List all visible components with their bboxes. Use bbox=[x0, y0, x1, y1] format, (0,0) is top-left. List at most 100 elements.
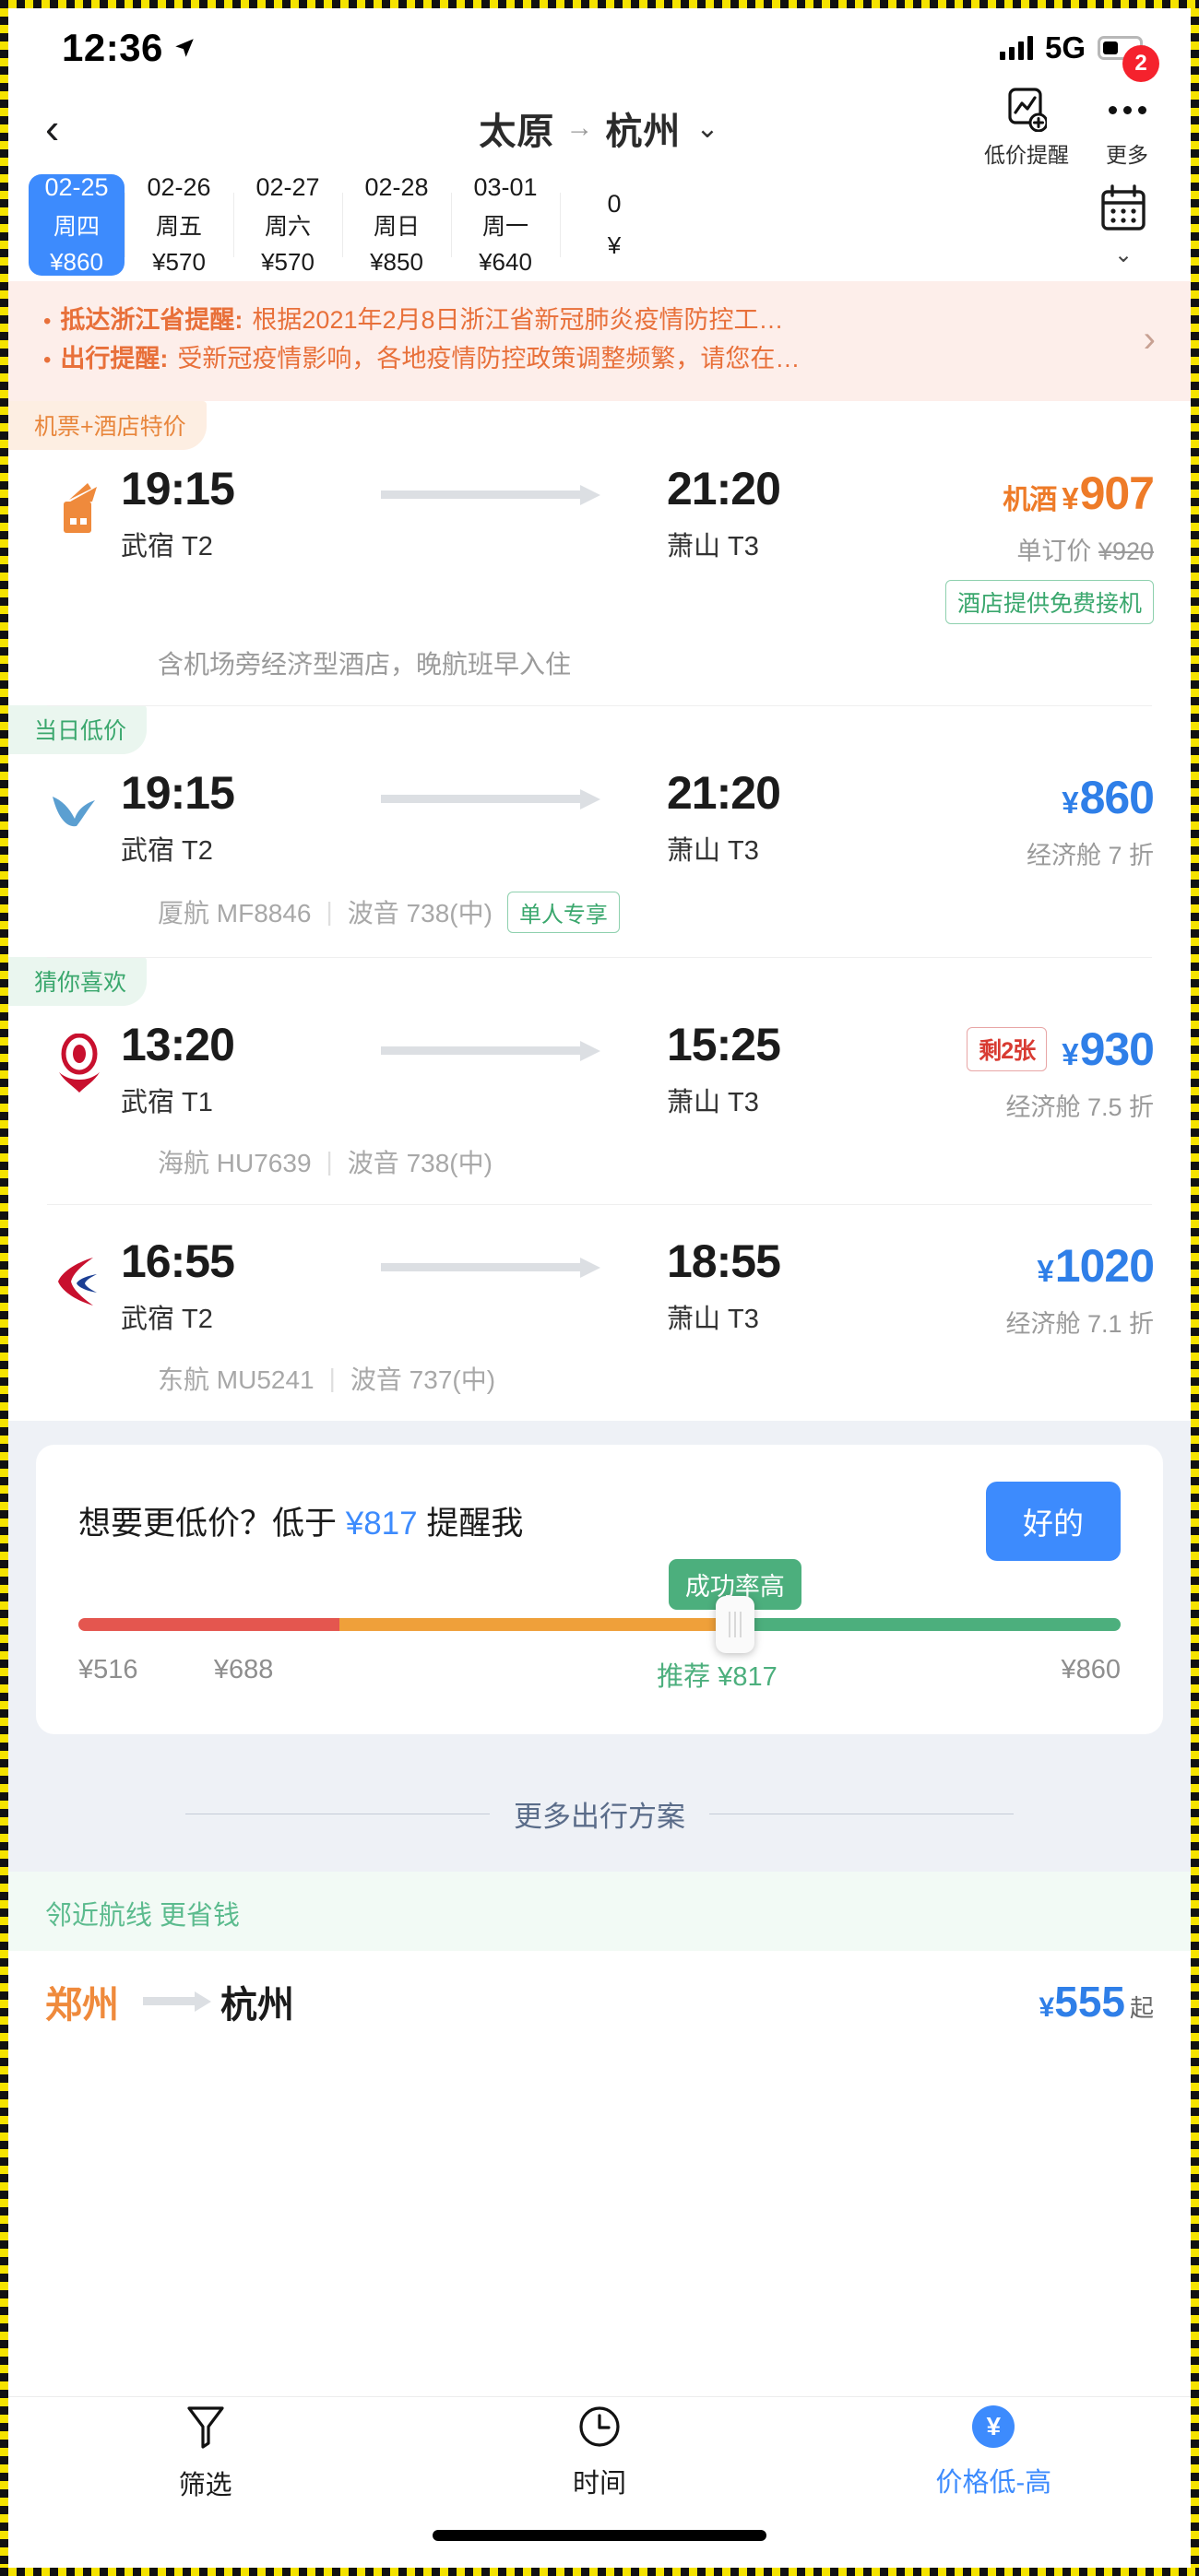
route-arrow-icon bbox=[381, 788, 600, 809]
notice-line-2-text: 受新冠疫情影响，各地疫情防控政策调整频繁，请您在… bbox=[177, 344, 801, 372]
ok-button[interactable]: 好的 bbox=[986, 1481, 1121, 1561]
date-tab-4[interactable]: 03-01 周一 ¥640 bbox=[451, 169, 560, 281]
tab-price-sort-label: 价格低-高 bbox=[935, 2468, 1052, 2498]
tabs: 筛选 时间 ¥ 价格低-高 bbox=[8, 2397, 1191, 2508]
date-tab-2[interactable]: 02-27 周六 ¥570 bbox=[233, 169, 342, 281]
depart-block: 13:20 武宿 T1 bbox=[121, 1019, 313, 1120]
arrive-block: 21:20 萧山 T3 bbox=[667, 463, 859, 564]
date-scroller[interactable]: 02-25 周四 ¥860 02-26 周五 ¥570 02-27 周六 ¥57… bbox=[29, 169, 1069, 281]
route-path-wrap bbox=[313, 1235, 667, 1278]
depart-block: 19:15 武宿 T2 bbox=[121, 767, 313, 869]
route-arrow-icon bbox=[381, 1040, 600, 1061]
price-main: ¥ 1020 bbox=[859, 1239, 1155, 1293]
tab-price-sort[interactable]: ¥ 价格低-高 bbox=[797, 2397, 1191, 2508]
depart-block: 19:15 武宿 T2 bbox=[121, 463, 313, 564]
yen-circle-icon: ¥ bbox=[972, 2405, 1015, 2448]
flight-card[interactable]: 猜你喜欢 13:20 武宿 T1 15:25 萧山 T3 剩2张 ¥ 930 经… bbox=[8, 956, 1191, 1204]
arrive-block: 21:20 萧山 T3 bbox=[667, 767, 859, 869]
more-plans-label: 更多出行方案 bbox=[514, 1800, 685, 1833]
currency-symbol: ¥ bbox=[1062, 1036, 1078, 1071]
flight-list: 机票+酒店特价 19:15 武宿 T2 21:20 萧山 T3 机酒 ¥ 907… bbox=[8, 400, 1191, 1421]
more-button[interactable]: 更多 bbox=[1106, 88, 1148, 169]
price-alert-card: 想要更低价？低于 ¥817 提醒我 好的 成功率高 ¥516 ¥688 推荐 ¥… bbox=[36, 1444, 1163, 1734]
card-body: 19:15 武宿 T2 21:20 萧山 T3 机酒 ¥ 907 单订价 ¥92… bbox=[8, 450, 1191, 624]
airline-name: 东航 MU5241 bbox=[158, 1365, 315, 1394]
stock-badge: 剩2张 bbox=[967, 1026, 1048, 1071]
date-price: ¥850 bbox=[370, 248, 423, 276]
depart-airport: 武宿 T2 bbox=[121, 1305, 213, 1335]
date-tab-3[interactable]: 02-28 周日 ¥850 bbox=[342, 169, 451, 281]
times-group: 16:55 武宿 T2 18:55 萧山 T3 bbox=[115, 1235, 859, 1337]
bullet-icon: • bbox=[43, 309, 52, 334]
status-time: 12:36 bbox=[62, 26, 163, 69]
tab-filter[interactable]: 筛选 bbox=[8, 2397, 402, 2508]
chevron-down-icon[interactable]: ⌄ bbox=[695, 112, 719, 145]
nearby-route-row[interactable]: 郑州 杭州 ¥ 555 起 bbox=[8, 1950, 1191, 2052]
flight-card[interactable]: 机票+酒店特价 19:15 武宿 T2 21:20 萧山 T3 机酒 ¥ 907… bbox=[8, 400, 1191, 705]
arrive-block: 15:25 萧山 T3 bbox=[667, 1019, 859, 1120]
nearby-price: ¥ 555 起 bbox=[1039, 1977, 1154, 2027]
nav-actions: 低价提醒 更多 2 bbox=[984, 45, 1159, 169]
flight-card[interactable]: 16:55 武宿 T2 18:55 萧山 T3 ¥ 1020 经济舱 7.1 折… bbox=[8, 1203, 1191, 1421]
price-sub: 单订价 ¥920 bbox=[859, 531, 1154, 567]
card-tag-row: 机票+酒店特价 bbox=[8, 400, 1191, 450]
card-tag: 猜你喜欢 bbox=[8, 956, 148, 1006]
price-sub: 经济舱 7.5 折 bbox=[1005, 1093, 1154, 1121]
destination-city: 杭州 bbox=[605, 112, 682, 152]
date-price: ¥570 bbox=[152, 248, 206, 276]
flight-card[interactable]: 当日低价 19:15 武宿 T2 21:20 萧山 T3 ¥ 860 经济舱 7… bbox=[8, 704, 1191, 957]
slider-handle-icon[interactable] bbox=[715, 1595, 754, 1653]
home-indicator bbox=[433, 2530, 766, 2541]
card-body: 16:55 武宿 T2 18:55 萧山 T3 ¥ 1020 经济舱 7.1 折 bbox=[8, 1204, 1191, 1340]
date-price: ¥640 bbox=[479, 248, 532, 276]
date-tab-1[interactable]: 02-26 周五 ¥570 bbox=[125, 169, 233, 281]
route-arrow-icon bbox=[381, 484, 600, 505]
price-prefix: 机酒 bbox=[1003, 484, 1057, 515]
airline-name: 海航 HU7639 bbox=[158, 1148, 312, 1177]
weekday-label: 周一 bbox=[481, 214, 528, 240]
screenshot-frame: 12:36 5G ‹ 太原 → 杭州 ⌄ 低价提醒 更多 2 02-25 周四 … bbox=[0, 0, 1199, 2576]
calendar-button[interactable]: ⌄ bbox=[1069, 169, 1178, 281]
china-eastern-logo-icon bbox=[43, 1245, 115, 1317]
notification-badge: 2 bbox=[1122, 45, 1159, 82]
more-label: 更多 bbox=[1106, 143, 1148, 167]
low-price-alert-button[interactable]: 低价提醒 bbox=[984, 88, 1069, 169]
date-strip: 02-25 周四 ¥860 02-26 周五 ¥570 02-27 周六 ¥57… bbox=[8, 169, 1191, 281]
nearby-heading: 邻近航线 更省钱 bbox=[45, 1900, 241, 1931]
arrive-time: 21:20 bbox=[667, 462, 781, 514]
date-tab-0[interactable]: 02-25 周四 ¥860 bbox=[29, 173, 125, 276]
back-button[interactable]: ‹ bbox=[45, 107, 101, 149]
covid-notice-banner[interactable]: • 抵达浙江省提醒: 根据2021年2月8日浙江省新冠肺炎疫情防控工… • 出行提… bbox=[8, 281, 1191, 401]
hainan-air-logo-icon bbox=[43, 1028, 115, 1100]
nearby-origin: 郑州 bbox=[45, 1984, 119, 2026]
price-alert-chart-icon bbox=[1008, 88, 1047, 132]
badge-row: 酒店提供免费接机 bbox=[859, 579, 1154, 624]
weekday-label: 周四 bbox=[53, 214, 100, 240]
chevron-right-icon[interactable]: › bbox=[1134, 319, 1156, 360]
date-label: 02-25 bbox=[44, 173, 109, 201]
route-path-wrap bbox=[313, 767, 667, 809]
notice-line-1-text: 根据2021年2月8日浙江省新冠肺炎疫情防控工… bbox=[252, 306, 784, 334]
tab-filter-label: 筛选 bbox=[178, 2471, 232, 2500]
status-badge: 酒店提供免费接机 bbox=[944, 579, 1154, 624]
date-fade-overlay bbox=[877, 169, 960, 281]
arrive-time: 15:25 bbox=[667, 1018, 781, 1070]
date-tab-5[interactable]: 0 ¥ bbox=[560, 169, 669, 281]
depart-time: 13:20 bbox=[121, 1018, 235, 1070]
price-main: ¥ 860 bbox=[859, 771, 1155, 824]
tab-time[interactable]: 时间 bbox=[402, 2397, 796, 2508]
date-label: 0 bbox=[607, 190, 622, 218]
price-value: 907 bbox=[1079, 467, 1155, 519]
threshold-value: ¥817 bbox=[345, 1506, 418, 1542]
depart-time: 19:15 bbox=[121, 462, 235, 514]
ellipsis-icon bbox=[1108, 88, 1146, 132]
hotel-plane-icon bbox=[43, 472, 115, 544]
price-slider[interactable]: 成功率高 ¥516 ¥688 推荐 ¥817 ¥860 bbox=[78, 1558, 1121, 1692]
arrive-airport: 萧山 T3 bbox=[667, 532, 759, 562]
price-block: 机酒 ¥ 907 单订价 ¥920 酒店提供免费接机 bbox=[859, 463, 1155, 624]
origin-city: 太原 bbox=[479, 112, 555, 152]
airline-name: 厦航 MF8846 bbox=[158, 899, 312, 928]
aircraft-type: 波音 738(中) bbox=[347, 1148, 493, 1177]
clock-icon bbox=[579, 2406, 620, 2447]
notice-lines: • 抵达浙江省提醒: 根据2021年2月8日浙江省新冠肺炎疫情防控工… • 出行提… bbox=[43, 301, 1120, 379]
